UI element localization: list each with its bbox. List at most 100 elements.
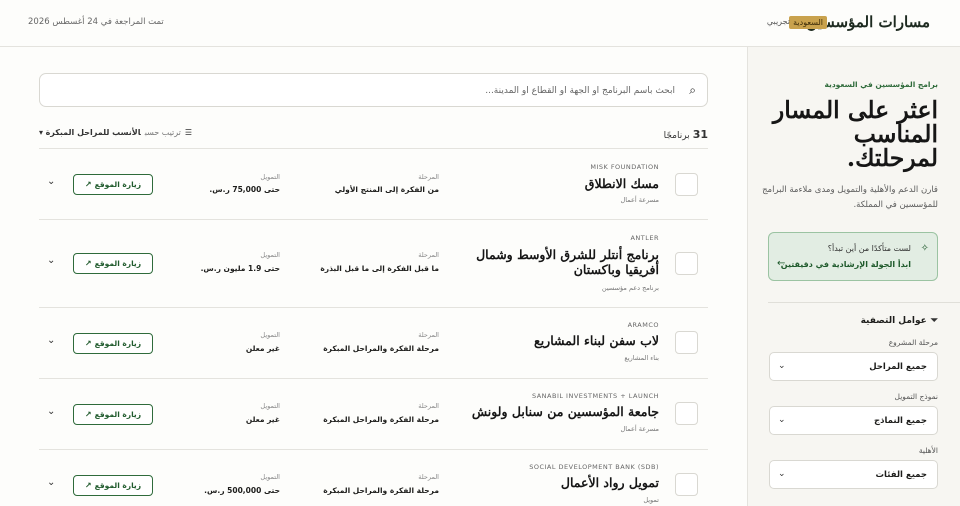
program-org: SOCIAL DEVELOPMENT BANK (SDB) (529, 463, 659, 471)
program-logo (675, 173, 698, 196)
sort-options-icon: ☰ (184, 128, 193, 137)
filter-label-eligibility: الأهلية (918, 446, 938, 455)
eligibility-select[interactable]: جميع الفئات ⌄ (769, 460, 938, 489)
reviewed-date: تمت المراجعة في 24 أغسطس 2026 (28, 17, 164, 27)
results-count-label: برنامجًا (663, 131, 690, 141)
program-name[interactable]: مسك الانطلاق (439, 176, 659, 191)
program-row[interactable]: MISK FOUNDATION مسك الانطلاق مسرعة أعمال… (39, 148, 708, 219)
filter-label-stage: مرحلة المشروع (888, 338, 938, 347)
sort-value: الأنسب للمراحل المبكرة (45, 128, 141, 137)
program-logo (675, 402, 698, 425)
program-stage: مرحلة الفكرة والمراحل المبكرة (323, 486, 439, 495)
expand-chevron-icon[interactable]: ⌄ (47, 255, 55, 266)
visit-site-button[interactable]: زيارة الموقع↗ (73, 253, 153, 274)
program-name[interactable]: برنامج أنتلر للشرق الأوسط وشمال أفريقيا … (439, 247, 659, 277)
program-org: ARAMCO (627, 321, 659, 329)
program-row[interactable]: SOCIAL DEVELOPMENT BANK (SDB) تمويل رواد… (39, 449, 708, 506)
external-link-icon: ↗ (84, 410, 92, 419)
visit-site-label: زيارة الموقع (94, 481, 142, 490)
program-type: تمويل (643, 496, 659, 504)
program-row[interactable]: SANABIL INVESTMENTS + LAUNCH جامعة المؤس… (39, 378, 708, 449)
funding-key: التمويل (260, 173, 280, 181)
program-type: مسرعة أعمال (620, 196, 659, 204)
program-stage: من الفكرة إلى المنتج الأولي (334, 185, 439, 194)
visit-site-label: زيارة الموقع (94, 180, 142, 189)
beta-label: تجريبي (766, 17, 790, 26)
page-title: اعثر على المسار المناسب لمرحلتك. (772, 96, 938, 172)
sidebar-eyebrow: برامج المؤسسين في السعودية (824, 80, 938, 89)
external-link-icon: ↗ (84, 259, 92, 268)
program-stage: مرحلة الفكرة والمراحل المبكرة (323, 344, 439, 353)
funding-key: التمويل (260, 331, 280, 339)
sort-control[interactable]: ☰ترتيب حسبالأنسب للمراحل المبكرة ▾ (39, 128, 192, 137)
search-icon[interactable]: ⌕ (689, 83, 696, 98)
stage-key: المرحلة (418, 251, 439, 259)
program-funding: غير معلن (245, 415, 280, 424)
stage-select[interactable]: جميع المراحل ⌄ (769, 352, 938, 381)
visit-site-button[interactable]: زيارة الموقع↗ (73, 404, 153, 425)
program-funding: حتى 75,000 ر.س. (209, 185, 280, 194)
expand-chevron-icon[interactable]: ⌄ (47, 406, 55, 417)
program-type: مسرعة أعمال (620, 425, 659, 433)
stage-key: المرحلة (418, 402, 439, 410)
stage-select-value: جميع المراحل (869, 362, 927, 372)
program-funding: حتى 1.9 مليون ر.س. (200, 264, 280, 273)
program-logo (675, 331, 698, 354)
program-funding: حتى 500,000 ر.س. (204, 486, 280, 495)
expand-chevron-icon[interactable]: ⌄ (47, 176, 55, 187)
external-link-icon: ↗ (84, 339, 92, 348)
filters-title: عوامل التصفية (860, 316, 927, 326)
stage-key: المرحلة (418, 173, 439, 181)
filters-heading: ⏷عوامل التصفية (861, 316, 938, 326)
program-org: MISK FOUNDATION (590, 163, 659, 171)
visit-site-label: زيارة الموقع (94, 410, 142, 419)
program-name[interactable]: لاب سفن لبناء المشاريع (439, 333, 659, 348)
expand-chevron-icon[interactable]: ⌄ (47, 477, 55, 488)
external-link-icon: ↗ (84, 180, 92, 189)
program-list: MISK FOUNDATION مسك الانطلاق مسرعة أعمال… (39, 148, 708, 506)
visit-site-button[interactable]: زيارة الموقع↗ (73, 475, 153, 496)
guide-question: لست متأكدًا من أين تبدأ؟ (827, 244, 911, 253)
visit-site-label: زيارة الموقع (94, 339, 142, 348)
program-row[interactable]: ANTLER برنامج أنتلر للشرق الأوسط وشمال أ… (39, 219, 708, 307)
search-input[interactable] (75, 82, 675, 100)
results-count: 31برنامجًا (664, 128, 708, 141)
eligibility-select-value: جميع الفئات (875, 470, 928, 480)
page-description: قارن الدعم والأهلية والتمويل ومدى ملاءمة… (762, 185, 938, 210)
stage-key: المرحلة (418, 473, 439, 481)
program-name[interactable]: تمويل رواد الأعمال (439, 475, 659, 490)
chevron-down-icon: ⌄ (778, 469, 786, 479)
program-logo (675, 473, 698, 496)
filter-icon: ⏷ (930, 316, 938, 326)
visit-site-button[interactable]: زيارة الموقع↗ (73, 174, 153, 195)
expand-chevron-icon[interactable]: ⌄ (47, 335, 55, 346)
funding-key: التمويل (260, 473, 280, 481)
results-count-number: 31 (692, 128, 708, 141)
top-bar: مسارات المؤسسين السعودية تجريبي تمت المر… (0, 0, 960, 47)
chevron-down-icon: ⌄ (778, 361, 786, 371)
country-badge: السعودية (789, 16, 827, 29)
program-stage: مرحلة الفكرة والمراحل المبكرة (323, 415, 439, 424)
guide-cta[interactable]: ابدأ الجولة الإرشادية في دقيقتين (781, 260, 911, 269)
arrow-left-icon: ← (777, 258, 786, 269)
funding-key: التمويل (260, 402, 280, 410)
sort-label: ترتيب حسب (144, 128, 181, 137)
divider (768, 302, 960, 303)
program-name[interactable]: جامعة المؤسسين من سنابل ولونش (439, 404, 659, 419)
funding-select[interactable]: جميع النماذج ⌄ (769, 406, 938, 435)
funding-select-value: جميع النماذج (873, 416, 927, 426)
chevron-down-icon: ⌄ (778, 415, 786, 425)
stage-key: المرحلة (418, 331, 439, 339)
search-bar: ⌕ (39, 73, 708, 107)
main-content: ⌕ 31برنامجًا ☰ترتيب حسبالأنسب للمراحل ال… (0, 47, 747, 506)
program-type: برنامج دعم مؤسسين (601, 284, 659, 292)
program-type: بناء المشاريع (624, 354, 659, 362)
sparkle-icon: ✧ (920, 243, 929, 254)
program-org: SANABIL INVESTMENTS + LAUNCH (531, 392, 659, 400)
filter-label-funding: نموذج التمويل (894, 392, 938, 401)
funding-key: التمويل (260, 251, 280, 259)
guided-tour-card[interactable]: ✧ لست متأكدًا من أين تبدأ؟ ابدأ الجولة ا… (768, 232, 938, 281)
visit-site-button[interactable]: زيارة الموقع↗ (73, 333, 153, 354)
program-row[interactable]: ARAMCO لاب سفن لبناء المشاريع بناء المشا… (39, 307, 708, 378)
program-stage: ما قبل الفكرة إلى ما قبل البذرة (320, 264, 439, 273)
